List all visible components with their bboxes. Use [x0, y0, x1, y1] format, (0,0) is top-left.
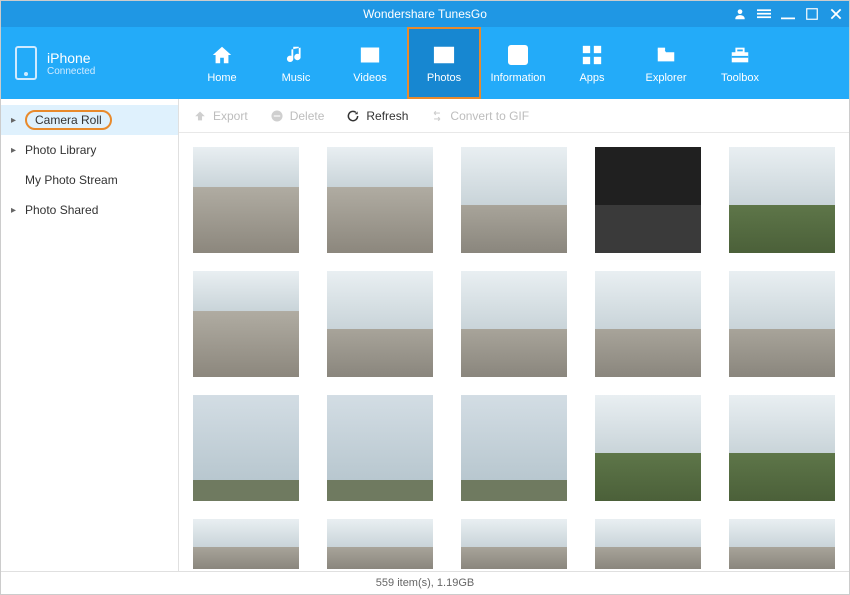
photo-thumb[interactable] — [193, 147, 299, 253]
tab-label: Home — [207, 72, 236, 84]
photo-thumb[interactable] — [461, 395, 567, 501]
convert-to-gif-button[interactable]: Convert to GIF — [430, 109, 529, 123]
tab-videos[interactable]: Videos — [333, 27, 407, 99]
window-title: Wondershare TunesGo — [363, 7, 487, 21]
sidebar-item-label: My Photo Stream — [25, 173, 118, 187]
toolbox-icon — [725, 42, 755, 68]
tab-label: Music — [282, 72, 311, 84]
tab-label: Apps — [579, 72, 604, 84]
sidebar-item-label: Photo Library — [25, 143, 96, 157]
sidebar-item-my-photo-stream[interactable]: My Photo Stream — [1, 165, 178, 195]
photo-thumb[interactable] — [729, 271, 835, 377]
photo-thumb[interactable] — [327, 147, 433, 253]
button-label: Export — [213, 109, 248, 123]
photo-thumb[interactable] — [595, 271, 701, 377]
content-toolbar: Export Delete Refresh Convert to GIF — [179, 99, 849, 133]
tab-label: Explorer — [646, 72, 687, 84]
photo-thumb[interactable] — [327, 519, 433, 569]
chevron-right-icon: ▸ — [11, 205, 19, 216]
refresh-icon — [346, 109, 360, 123]
tab-home[interactable]: Home — [185, 27, 259, 99]
account-icon[interactable] — [733, 7, 747, 21]
music-icon — [281, 42, 311, 68]
close-button[interactable] — [829, 7, 843, 21]
photo-thumb[interactable] — [461, 271, 567, 377]
convert-icon — [430, 109, 444, 123]
photo-thumb[interactable] — [193, 271, 299, 377]
sidebar-item-photo-library[interactable]: ▸ Photo Library — [1, 135, 178, 165]
information-icon — [503, 42, 533, 68]
sidebar: ▸ Camera Roll ▸ Photo Library My Photo S… — [1, 99, 179, 571]
tab-apps[interactable]: Apps — [555, 27, 629, 99]
delete-icon — [270, 109, 284, 123]
device-panel[interactable]: iPhone Connected — [1, 27, 185, 99]
device-status: Connected — [47, 66, 95, 77]
photo-thumb[interactable] — [461, 147, 567, 253]
explorer-icon — [651, 42, 681, 68]
tab-information[interactable]: Information — [481, 27, 555, 99]
button-label: Convert to GIF — [450, 109, 529, 123]
status-text: 559 item(s), 1.19GB — [376, 577, 474, 589]
main-tabs: Home Music Videos Photos Information App… — [185, 27, 849, 99]
videos-icon — [355, 42, 385, 68]
photo-thumb[interactable] — [595, 519, 701, 569]
export-icon — [193, 109, 207, 123]
tab-label: Videos — [353, 72, 386, 84]
photo-grid — [179, 133, 849, 571]
photo-thumb[interactable] — [327, 271, 433, 377]
apps-icon — [577, 42, 607, 68]
photo-thumb[interactable] — [327, 395, 433, 501]
sidebar-item-photo-shared[interactable]: ▸ Photo Shared — [1, 195, 178, 225]
title-bar: Wondershare TunesGo — [1, 1, 849, 27]
tab-label: Toolbox — [721, 72, 759, 84]
status-bar: 559 item(s), 1.19GB — [1, 572, 849, 594]
photo-thumb[interactable] — [729, 519, 835, 569]
tab-label: Photos — [427, 72, 461, 84]
main-header: iPhone Connected Home Music Videos Photo… — [1, 27, 849, 99]
tab-toolbox[interactable]: Toolbox — [703, 27, 777, 99]
menu-icon[interactable] — [757, 7, 771, 21]
tab-music[interactable]: Music — [259, 27, 333, 99]
button-label: Delete — [290, 109, 325, 123]
delete-button[interactable]: Delete — [270, 109, 325, 123]
minimize-button[interactable] — [781, 7, 795, 21]
photo-thumb[interactable] — [729, 147, 835, 253]
photo-thumb[interactable] — [595, 147, 701, 253]
phone-icon — [15, 46, 37, 80]
button-label: Refresh — [366, 109, 408, 123]
tab-label: Information — [490, 72, 545, 84]
tab-explorer[interactable]: Explorer — [629, 27, 703, 99]
photo-thumb[interactable] — [729, 395, 835, 501]
refresh-button[interactable]: Refresh — [346, 109, 408, 123]
tab-photos[interactable]: Photos — [407, 27, 481, 99]
chevron-right-icon: ▸ — [11, 145, 19, 156]
photo-thumb[interactable] — [193, 395, 299, 501]
photos-icon — [429, 42, 459, 68]
device-name: iPhone — [47, 50, 95, 66]
photo-thumb[interactable] — [595, 395, 701, 501]
device-text: iPhone Connected — [47, 50, 95, 77]
window-controls — [733, 1, 843, 27]
sidebar-item-label: Photo Shared — [25, 203, 98, 217]
home-icon — [207, 42, 237, 68]
maximize-button[interactable] — [805, 7, 819, 21]
content-area: Export Delete Refresh Convert to GIF — [179, 99, 849, 571]
photo-thumb[interactable] — [461, 519, 567, 569]
photo-thumb[interactable] — [193, 519, 299, 569]
sidebar-item-label: Camera Roll — [25, 110, 112, 130]
chevron-right-icon: ▸ — [11, 115, 19, 126]
sidebar-item-camera-roll[interactable]: ▸ Camera Roll — [1, 105, 178, 135]
body: ▸ Camera Roll ▸ Photo Library My Photo S… — [1, 99, 849, 572]
export-button[interactable]: Export — [193, 109, 248, 123]
